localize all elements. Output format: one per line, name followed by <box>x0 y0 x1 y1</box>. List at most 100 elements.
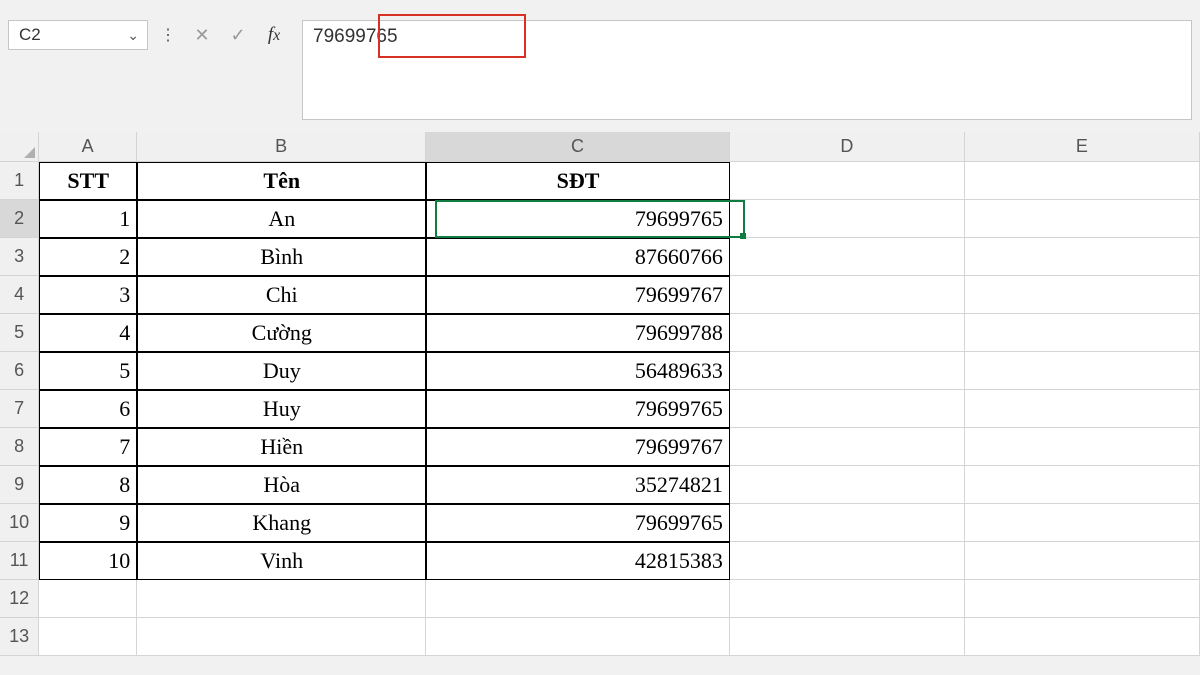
row-header[interactable]: 11 <box>0 542 39 580</box>
col-header-B[interactable]: B <box>137 132 426 162</box>
cell[interactable] <box>965 580 1200 618</box>
cell[interactable] <box>730 466 965 504</box>
cell[interactable] <box>965 200 1200 238</box>
cell[interactable] <box>965 276 1200 314</box>
cell[interactable]: 79699765 <box>426 390 730 428</box>
cell[interactable] <box>730 200 965 238</box>
cell[interactable] <box>730 580 965 618</box>
row-header[interactable]: 4 <box>0 276 39 314</box>
row-header[interactable]: 3 <box>0 238 39 276</box>
cell[interactable]: 8 <box>39 466 137 504</box>
cell-C2[interactable]: 79699765 <box>426 200 730 238</box>
cell[interactable]: Bình <box>137 238 426 276</box>
cell[interactable] <box>730 542 965 580</box>
row-header[interactable]: 10 <box>0 504 39 542</box>
row-1: 1 STT Tên SĐT <box>0 162 1200 200</box>
cell[interactable]: 10 <box>39 542 137 580</box>
cancel-icon[interactable]: ✕ <box>188 20 216 50</box>
cell[interactable] <box>137 580 426 618</box>
cell[interactable]: 56489633 <box>426 352 730 390</box>
cell[interactable] <box>730 618 965 656</box>
row-3: 3 2 Bình 87660766 <box>0 238 1200 276</box>
row-header[interactable]: 6 <box>0 352 39 390</box>
col-header-A[interactable]: A <box>39 132 137 162</box>
col-header-E[interactable]: E <box>965 132 1200 162</box>
row-5: 5 4 Cường 79699788 <box>0 314 1200 352</box>
cell[interactable] <box>730 352 965 390</box>
cell[interactable] <box>965 466 1200 504</box>
cell[interactable] <box>730 314 965 352</box>
cell[interactable] <box>965 542 1200 580</box>
row-header[interactable]: 13 <box>0 618 39 656</box>
cell[interactable]: Huy <box>137 390 426 428</box>
cell[interactable]: Khang <box>137 504 426 542</box>
formula-input[interactable]: 79699765 <box>302 20 1192 120</box>
row-header[interactable]: 5 <box>0 314 39 352</box>
cell[interactable]: 79699767 <box>426 276 730 314</box>
enter-icon[interactable]: ✓ <box>224 20 252 50</box>
row-11: 11 10 Vinh 42815383 <box>0 542 1200 580</box>
cell[interactable] <box>730 238 965 276</box>
cell[interactable]: 79699788 <box>426 314 730 352</box>
cell[interactable]: Chi <box>137 276 426 314</box>
cell[interactable]: 1 <box>39 200 137 238</box>
formula-value: 79699765 <box>313 26 398 47</box>
cell[interactable] <box>39 618 137 656</box>
row-header[interactable]: 1 <box>0 162 39 200</box>
cell[interactable] <box>137 618 426 656</box>
cell[interactable] <box>730 390 965 428</box>
cell[interactable] <box>965 428 1200 466</box>
cell[interactable] <box>965 314 1200 352</box>
cell[interactable] <box>965 162 1200 200</box>
chevron-down-icon[interactable]: ⌄ <box>127 27 139 44</box>
cell[interactable]: Duy <box>137 352 426 390</box>
cell[interactable]: 5 <box>39 352 137 390</box>
row-4: 4 3 Chi 79699767 <box>0 276 1200 314</box>
row-header[interactable]: 12 <box>0 580 39 618</box>
cell[interactable] <box>426 580 730 618</box>
cell[interactable] <box>730 162 965 200</box>
cell[interactable] <box>965 238 1200 276</box>
cell[interactable]: 35274821 <box>426 466 730 504</box>
row-header[interactable]: 7 <box>0 390 39 428</box>
cell[interactable] <box>965 390 1200 428</box>
cell[interactable]: 42815383 <box>426 542 730 580</box>
fx-icon[interactable]: fx <box>260 20 288 50</box>
cell[interactable]: Hòa <box>137 466 426 504</box>
row-7: 7 6 Huy 79699765 <box>0 390 1200 428</box>
cell[interactable]: 79699767 <box>426 428 730 466</box>
cell[interactable]: 6 <box>39 390 137 428</box>
cell[interactable] <box>965 618 1200 656</box>
cell[interactable] <box>965 504 1200 542</box>
cell[interactable]: 2 <box>39 238 137 276</box>
cell[interactable] <box>730 276 965 314</box>
cell[interactable] <box>730 504 965 542</box>
cell[interactable] <box>965 352 1200 390</box>
name-box[interactable]: C2 ⌄ <box>8 20 148 50</box>
cell[interactable] <box>426 618 730 656</box>
cell[interactable]: 3 <box>39 276 137 314</box>
cell[interactable]: 87660766 <box>426 238 730 276</box>
row-header[interactable]: 2 <box>0 200 39 238</box>
cell[interactable]: Cường <box>137 314 426 352</box>
cell[interactable]: 4 <box>39 314 137 352</box>
row-8: 8 7 Hiền 79699767 <box>0 428 1200 466</box>
cell[interactable] <box>730 428 965 466</box>
cell[interactable] <box>39 580 137 618</box>
cell[interactable]: Vinh <box>137 542 426 580</box>
cell[interactable]: SĐT <box>426 162 730 200</box>
cell[interactable]: 9 <box>39 504 137 542</box>
name-box-value: C2 <box>19 25 41 45</box>
cell[interactable]: 79699765 <box>426 504 730 542</box>
cell[interactable]: STT <box>39 162 137 200</box>
spreadsheet-grid[interactable]: A B C D E 1 STT Tên SĐT 2 1 An 79699765 … <box>0 132 1200 656</box>
row-header[interactable]: 9 <box>0 466 39 504</box>
cell[interactable]: Hiền <box>137 428 426 466</box>
col-header-D[interactable]: D <box>730 132 965 162</box>
cell[interactable]: An <box>137 200 426 238</box>
row-header[interactable]: 8 <box>0 428 39 466</box>
select-all-corner[interactable] <box>0 132 39 162</box>
cell[interactable]: 7 <box>39 428 137 466</box>
col-header-C[interactable]: C <box>426 132 730 162</box>
cell[interactable]: Tên <box>137 162 426 200</box>
